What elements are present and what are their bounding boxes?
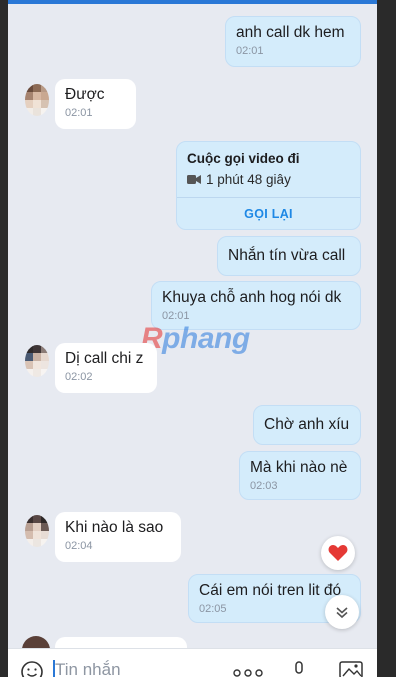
message-text: anh call dk hem	[236, 24, 345, 41]
message-bubble-outgoing[interactable]: Nhắn tín vừa call	[217, 236, 361, 276]
avatar-image	[25, 515, 49, 547]
side-strip	[377, 0, 396, 677]
message-text: Dị call chi z	[65, 350, 144, 367]
video-call-card[interactable]: Cuộc gọi video đi 1 phút 48 giây GỌI LẠI	[176, 141, 361, 230]
avatar[interactable]	[25, 345, 49, 377]
message-input[interactable]: Tin nhắn	[55, 660, 121, 677]
mic-icon[interactable]	[292, 661, 306, 677]
video-camera-icon	[187, 175, 201, 184]
call-duration: 1 phút 48 giây	[206, 172, 291, 187]
message-bubble-outgoing[interactable]: Chờ anh xíu	[253, 405, 361, 445]
message-bubble-incoming[interactable]: Được 02:01	[55, 79, 136, 129]
avatar-image	[25, 345, 49, 377]
message-bubble-outgoing[interactable]: Mà khi nào nè 02:03	[239, 451, 361, 500]
call-duration-row: 1 phút 48 giây	[187, 172, 291, 187]
message-text: Khuya chỗ anh hog nói dk	[162, 289, 342, 306]
message-bubble-incoming[interactable]: Khi nào là sao 02:04	[55, 512, 181, 562]
message-time: 02:02	[65, 371, 93, 383]
message-text: Khi nào là sao	[65, 519, 164, 536]
scroll-to-bottom-button[interactable]	[325, 595, 359, 629]
watermark-logo: Rphang	[141, 322, 250, 355]
message-text: Cái em nói tren lit đó	[199, 582, 342, 599]
emoji-icon[interactable]	[20, 660, 44, 677]
message-composer: Tin nhắn	[8, 648, 377, 677]
call-back-button[interactable]: GỌI LẠI	[177, 198, 360, 230]
message-text: Chờ anh xíu	[264, 416, 350, 433]
message-time: 02:04	[65, 540, 93, 552]
message-text: Nhắn tín vừa call	[228, 247, 346, 264]
message-time: 02:01	[65, 107, 93, 119]
message-time: 02:01	[236, 45, 264, 57]
avatar[interactable]	[25, 515, 49, 547]
message-text: Mà khi nào nè	[250, 459, 348, 476]
message-bubble-incoming[interactable]: Dị call chi z 02:02	[55, 343, 157, 393]
more-icon[interactable]	[233, 669, 263, 677]
message-time: 02:03	[250, 480, 278, 492]
message-bubble-outgoing[interactable]: anh call dk hem 02:01	[225, 16, 361, 67]
chevron-down-icon	[336, 607, 348, 619]
call-title: Cuộc gọi video đi	[187, 151, 300, 166]
image-icon[interactable]	[339, 661, 363, 677]
heart-icon	[328, 545, 348, 561]
chat-screen: anh call dk hem 02:01 Được 02:01 Cuộc gọ…	[8, 0, 377, 677]
message-time: 02:01	[162, 310, 190, 322]
top-accent-bar	[8, 0, 377, 4]
avatar[interactable]	[25, 84, 49, 116]
heart-reaction-button[interactable]	[321, 536, 355, 570]
message-text: Được	[65, 86, 105, 103]
avatar-image	[25, 84, 49, 116]
